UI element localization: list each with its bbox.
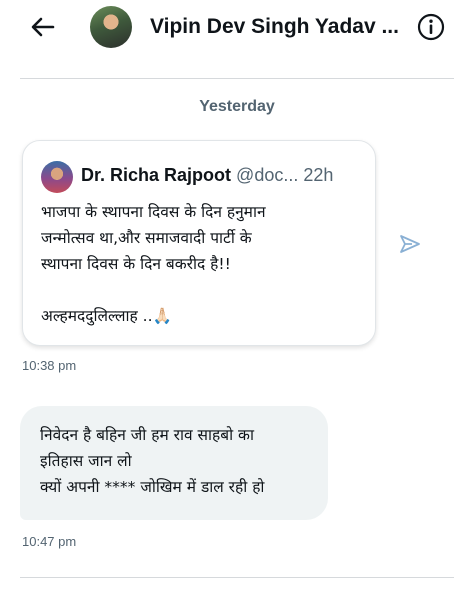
- conversation-header: Vipin Dev Singh Yadav ...: [0, 0, 474, 56]
- quoted-post-text: भाजपा के स्थापना दिवस के दिन हनुमान जन्म…: [41, 203, 266, 325]
- composer-divider: [20, 577, 454, 578]
- quoted-post-header: Dr. Richa Rajpoot @doc... 22h: [81, 165, 371, 186]
- quoted-author-handle: @doc...: [236, 165, 299, 185]
- share-send-icon[interactable]: [398, 232, 422, 256]
- message-timestamp: 10:47 pm: [22, 534, 77, 549]
- quoted-post-card[interactable]: Dr. Richa Rajpoot @doc... 22h भाजपा के स…: [22, 140, 376, 346]
- quoted-author-avatar: [41, 161, 73, 193]
- quoted-author-name: Dr. Richa Rajpoot: [81, 165, 232, 185]
- message-bubble[interactable]: निवेदन है बहिन जी हम राव साहबो का इतिहास…: [20, 406, 328, 520]
- conversation-title[interactable]: Vipin Dev Singh Yadav ...: [150, 15, 412, 39]
- header-divider: [20, 78, 454, 79]
- avatar[interactable]: [90, 6, 132, 48]
- arrow-left-icon[interactable]: [28, 12, 58, 42]
- message-text: निवेदन है बहिन जी हम राव साहबो का इतिहास…: [40, 426, 265, 496]
- day-separator: Yesterday: [199, 98, 275, 115]
- message-timestamp: 10:38 pm: [22, 358, 77, 373]
- info-circle-icon[interactable]: [416, 12, 446, 42]
- quoted-post-age: 22h: [303, 165, 334, 185]
